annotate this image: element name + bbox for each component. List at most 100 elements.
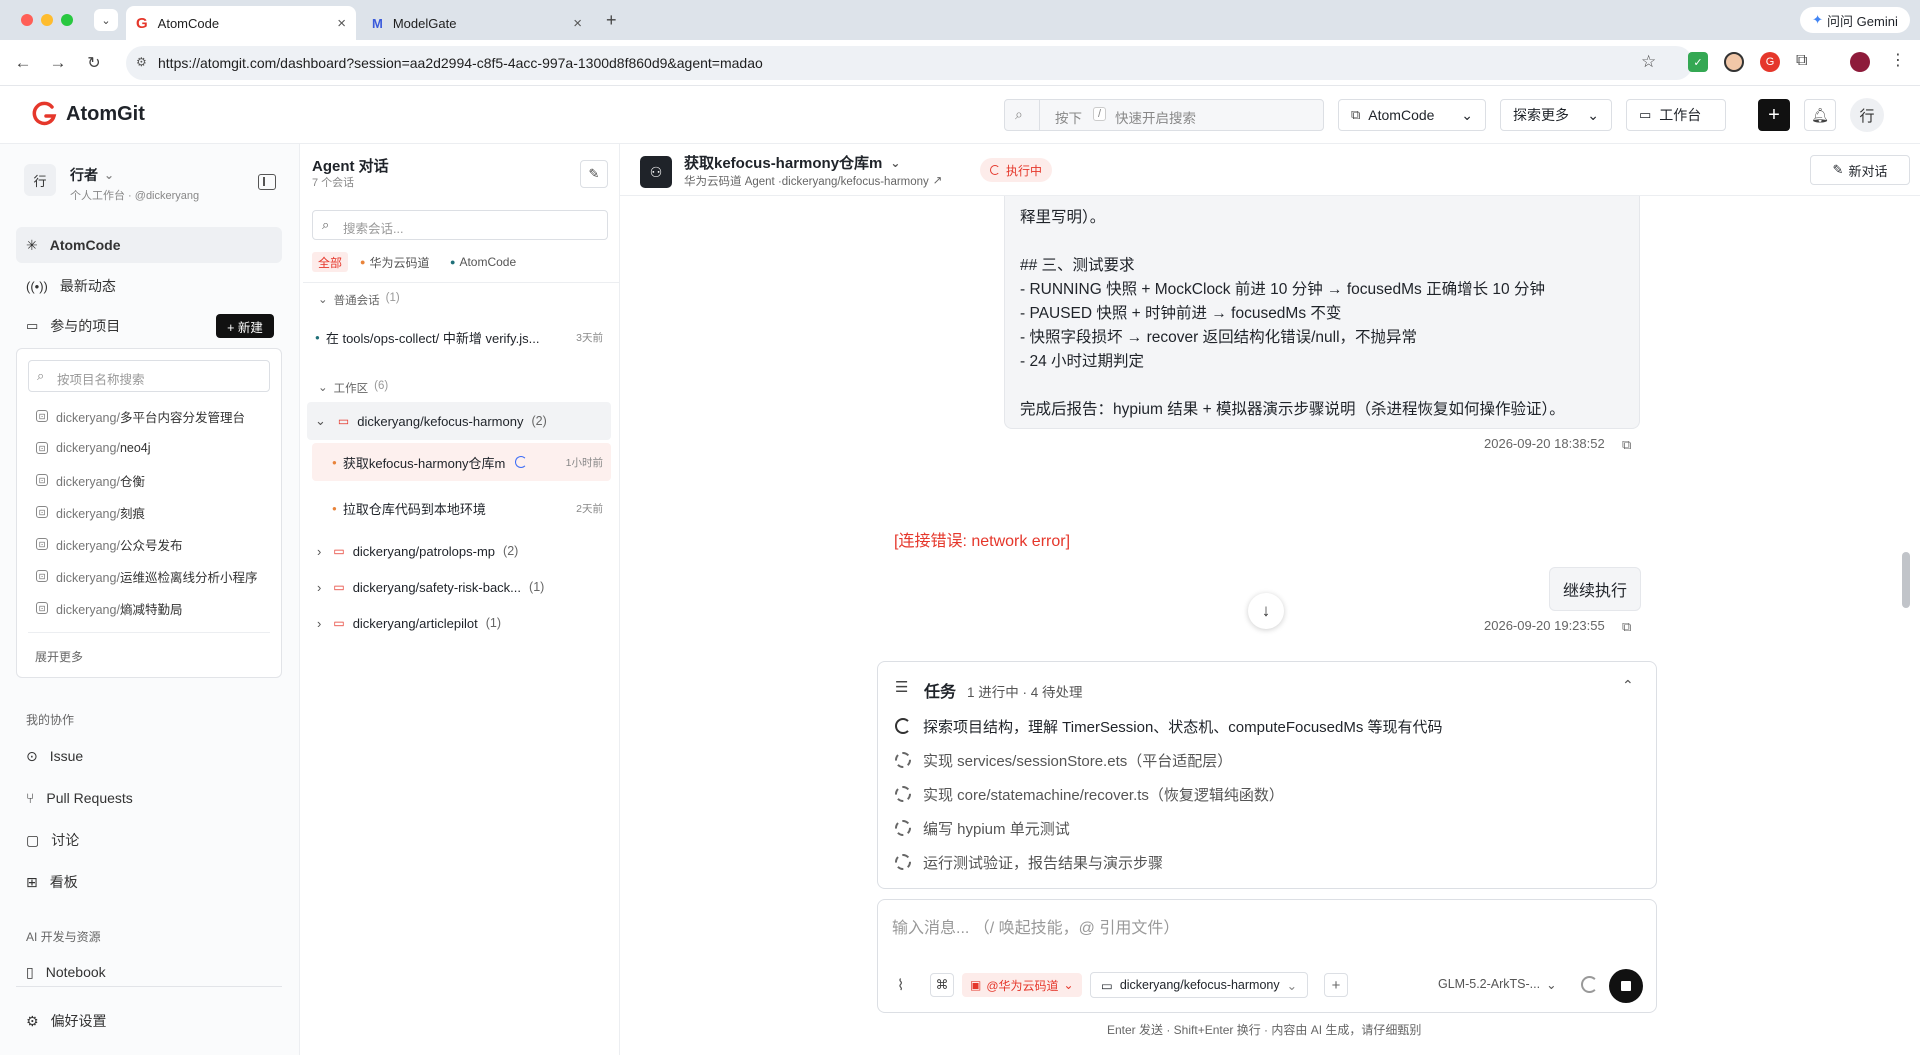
project-item[interactable]: ⊡ dickeryang/熵减特勤局 <box>36 598 182 618</box>
message-timestamp: 2026-09-20 18:38:52 <box>1484 436 1605 451</box>
close-window-button[interactable] <box>21 14 33 26</box>
url-text[interactable]: https://atomgit.com/dashboard?session=aa… <box>158 55 763 71</box>
user-avatar[interactable]: 行 <box>1850 98 1884 132</box>
nav-notebook[interactable]: ▯ Notebook <box>16 954 282 990</box>
task-list-icon: ☰ <box>895 679 909 696</box>
maximize-window-button[interactable] <box>61 14 73 26</box>
filter-huawei[interactable]: ● 华为云码道 <box>360 252 429 272</box>
chat-title-dropdown[interactable]: 获取kefocus-harmony仓库m ⌄ <box>684 152 900 173</box>
close-icon[interactable]: × <box>337 15 346 32</box>
gear-icon: ⚙ <box>26 1012 39 1029</box>
bookmark-star-icon[interactable]: ☆ <box>1641 52 1656 72</box>
copy-icon[interactable]: ⧉ <box>1622 437 1631 453</box>
workspace-count: (1) <box>529 580 545 594</box>
project-item[interactable]: ⊡ dickeryang/neo4j <box>36 438 151 458</box>
atomgit-logo[interactable]: AtomGit <box>32 101 145 127</box>
back-arrow-icon[interactable]: ← <box>13 53 33 73</box>
browser-menu-icon[interactable]: ⋮ <box>1890 50 1906 70</box>
conversation-item-active[interactable]: ● 获取kefocus-harmony仓库m 1小时前 <box>312 443 611 481</box>
tab-modelgate[interactable]: M ModelGate × <box>362 6 592 40</box>
workspace-safety-risk-back[interactable]: › ▭ dickeryang/safety-risk-back... (1) <box>307 568 611 606</box>
close-icon[interactable]: × <box>573 15 582 32</box>
reload-icon[interactable]: ↻ <box>84 53 104 73</box>
gemini-label: 问问 Gemini <box>1827 13 1898 29</box>
nav-label: 看板 <box>49 874 78 890</box>
workbench-button[interactable]: ▭ 工作台 <box>1626 99 1726 131</box>
chat-subtitle-link[interactable]: 华为云码道 Agent ·dickeryang/kefocus-harmony … <box>684 173 942 189</box>
conversation-item[interactable]: ● 拉取仓库代码到本地环境 2天前 <box>312 489 611 527</box>
nav-pull-requests[interactable]: ⑂ Pull Requests <box>16 780 282 816</box>
chat-scrollbar-thumb[interactable] <box>1902 552 1910 608</box>
nav-atomcode[interactable]: ✳ AtomCode <box>16 227 282 263</box>
repo-selector-chip[interactable]: ▭ dickeryang/kefocus-harmony ⌄ <box>1090 972 1309 998</box>
project-name: neo4j <box>119 441 151 455</box>
minimize-window-button[interactable] <box>41 14 53 26</box>
stop-button[interactable] <box>1609 969 1643 1003</box>
collapse-sidebar-icon[interactable] <box>258 174 276 190</box>
new-project-button[interactable]: + 新建 <box>216 314 274 338</box>
tab-title: AtomCode <box>157 15 220 31</box>
browser-profile-avatar[interactable] <box>1850 52 1870 72</box>
new-chat-button[interactable]: ✎ 新对话 <box>1810 155 1910 185</box>
workspace-kefocus-harmony[interactable]: ⌄ ▭ dickeryang/kefocus-harmony (2) <box>307 402 611 440</box>
nav-issue[interactable]: ⊙ Issue <box>16 738 282 774</box>
workspace-patrolops-mp[interactable]: › ▭ dickeryang/patrolops-mp (2) <box>307 532 611 570</box>
nav-board[interactable]: ⊞ 看板 <box>16 864 282 900</box>
nav-discussion[interactable]: ▢ 讨论 <box>16 822 282 858</box>
expand-more-link[interactable]: 展开更多 <box>35 648 83 665</box>
workspace-avatar[interactable]: 行 <box>24 164 56 196</box>
profile-extension-icon[interactable] <box>1724 52 1744 72</box>
project-item[interactable]: ⊡ dickeryang/仓衡 <box>36 470 145 490</box>
model-label: GLM-5.2-ArkTS-... <box>1438 977 1541 991</box>
general-section-header[interactable]: ⌄ 普通会话 (1) <box>318 292 400 308</box>
project-name: 刻痕 <box>119 506 145 521</box>
tab-atomcode[interactable]: G AtomCode × <box>126 6 356 40</box>
repo-icon: ⊡ <box>36 442 48 454</box>
filter-all[interactable]: 全部 <box>312 252 349 272</box>
ask-gemini-button[interactable]: ✦ 问问 Gemini <box>1800 7 1910 33</box>
nav-latest-activity[interactable]: ((•)) 最新动态 <box>16 268 282 304</box>
attach-paperclip-icon[interactable]: ⌇ <box>897 976 904 994</box>
workspace-section-header[interactable]: ⌄ 工作区 (6) <box>318 380 388 396</box>
edit-icon: ✎ <box>1832 162 1844 177</box>
new-conversation-edit-icon[interactable]: ✎ <box>580 160 608 188</box>
tab-search-button[interactable]: ⌄ <box>94 9 118 31</box>
project-item[interactable]: ⊡ dickeryang/刻痕 <box>36 502 145 522</box>
workspace-switcher[interactable]: 行者 ⌄ <box>70 165 114 185</box>
workspace-articlepilot[interactable]: › ▭ dickeryang/articlepilot (1) <box>307 604 611 642</box>
project-item[interactable]: ⊡ dickeryang/公众号发布 <box>36 534 182 554</box>
conversation-title: 在 tools/ops-collect/ 中新增 verify.js... <box>325 330 540 346</box>
create-plus-button[interactable]: + <box>1758 99 1790 131</box>
agent-selector-chip[interactable]: ▣ @华为云码道 ⌄ <box>962 973 1082 997</box>
workspace-name: dickeryang/kefocus-harmony <box>357 413 524 429</box>
command-icon[interactable]: ⌘ <box>930 973 954 997</box>
explore-more-dropdown[interactable]: 探索更多 ⌄ <box>1500 99 1612 131</box>
project-search-input[interactable]: ⌕ 按项目名称搜索 <box>28 360 270 392</box>
conversation-search-input[interactable]: ⌕ 搜索会话... <box>312 210 608 240</box>
red-extension-icon[interactable]: G <box>1760 52 1780 72</box>
new-tab-button[interactable]: + <box>606 10 617 31</box>
notification-bell-icon[interactable]: 🔔︎ <box>1804 99 1836 131</box>
conversation-item[interactable]: ● 在 tools/ops-collect/ 中新增 verify.js... … <box>307 318 611 356</box>
global-search-input[interactable]: ⌕ 按下 / 快速开启搜索 <box>1004 99 1324 131</box>
copy-icon[interactable]: ⧉ <box>1622 619 1631 635</box>
model-selector[interactable]: GLM-5.2-ArkTS-... ⌄ <box>1438 977 1557 992</box>
atomcode-dropdown[interactable]: ⧉ AtomCode ⌄ <box>1338 99 1486 131</box>
collapse-chevron-up-icon[interactable]: ⌃ <box>1622 677 1634 694</box>
shield-extension-icon[interactable]: ✓ <box>1688 52 1708 72</box>
scroll-to-bottom-button[interactable]: ↓ <box>1248 593 1284 629</box>
repo-folder-icon: ▭ <box>337 414 350 428</box>
address-bar[interactable]: ⚙ https://atomgit.com/dashboard?session=… <box>126 46 1693 80</box>
project-item[interactable]: ⊡ dickeryang/多平台内容分发管理台 <box>36 406 245 426</box>
add-context-button[interactable]: + <box>1324 973 1348 997</box>
project-item[interactable]: ⊡ dickeryang/运维巡检离线分析小程序 <box>36 566 257 586</box>
forward-arrow-icon[interactable]: → <box>48 53 68 73</box>
project-owner: dickeryang/ <box>56 506 120 521</box>
project-name: 运维巡检离线分析小程序 <box>119 570 258 585</box>
puzzle-extensions-icon[interactable]: ⧉ <box>1796 52 1807 70</box>
nav-preferences[interactable]: ⚙ 偏好设置 <box>16 1003 282 1039</box>
site-info-icon[interactable]: ⚙ <box>136 55 147 69</box>
message-input[interactable]: 输入消息... （/ 唤起技能，@ 引用文件） <box>892 914 1179 938</box>
filter-atomcode[interactable]: ● AtomCode <box>450 252 516 272</box>
new-chat-label: 新对话 <box>1848 163 1888 179</box>
